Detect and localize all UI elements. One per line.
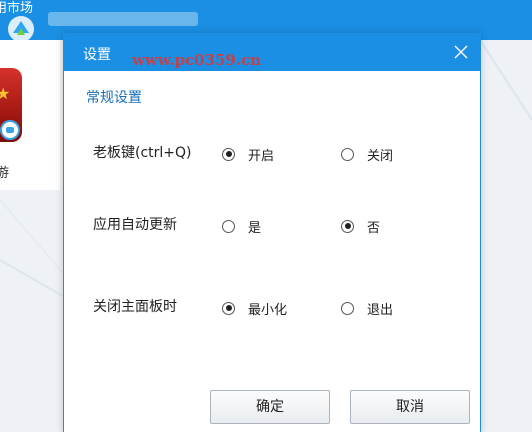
setting-row-boss-key: 老板键(ctrl+Q) 开启 关闭 <box>64 142 480 166</box>
setting-row-close-panel: 关闭主面板时 最小化 退出 <box>64 296 480 320</box>
watermark-text: www.pc0359.cn <box>132 51 262 69</box>
star-icon: ★ <box>0 84 11 103</box>
radio-option-minimize[interactable]: 最小化 <box>222 296 287 320</box>
radio-option-no[interactable]: 否 <box>341 214 380 238</box>
radio-label: 关闭 <box>367 148 394 164</box>
cancel-button[interactable]: 取消 <box>350 390 470 424</box>
background-app-label: 游 <box>0 166 10 181</box>
radio-button[interactable] <box>222 219 235 233</box>
section-title-general: 常规设置 <box>86 90 142 106</box>
settings-dialog: 设置 www.pc0359.cn 常规设置 老板键(ctrl+Q) 开启 关闭 … <box>63 33 481 432</box>
radio-option-yes[interactable]: 是 <box>222 214 261 238</box>
radio-button[interactable] <box>222 147 235 161</box>
close-icon <box>454 45 468 59</box>
setting-row-auto-update: 应用自动更新 是 否 <box>64 214 480 238</box>
radio-button[interactable] <box>222 301 235 315</box>
setting-label: 关闭主面板时 <box>93 299 177 315</box>
radio-button[interactable] <box>341 219 354 233</box>
controller-badge-icon <box>0 120 20 140</box>
radio-label: 开启 <box>248 148 275 164</box>
radio-option-disable[interactable]: 关闭 <box>341 142 393 166</box>
setting-label: 应用自动更新 <box>93 217 177 233</box>
radio-button[interactable] <box>341 147 354 161</box>
watermark-banner <box>48 12 198 26</box>
radio-label: 是 <box>248 220 262 236</box>
setting-label: 老板键(ctrl+Q) <box>93 145 192 161</box>
radio-option-exit[interactable]: 退出 <box>341 296 393 320</box>
radio-label: 否 <box>367 220 381 236</box>
ok-button[interactable]: 确定 <box>210 390 330 424</box>
radio-option-enable[interactable]: 开启 <box>222 142 274 166</box>
dialog-title: 设置 <box>83 47 111 63</box>
radio-label: 退出 <box>367 302 394 318</box>
dialog-titlebar[interactable]: 设置 www.pc0359.cn <box>64 34 480 71</box>
radio-label: 最小化 <box>248 302 288 318</box>
radio-button[interactable] <box>341 301 354 315</box>
close-button[interactable] <box>451 42 471 62</box>
